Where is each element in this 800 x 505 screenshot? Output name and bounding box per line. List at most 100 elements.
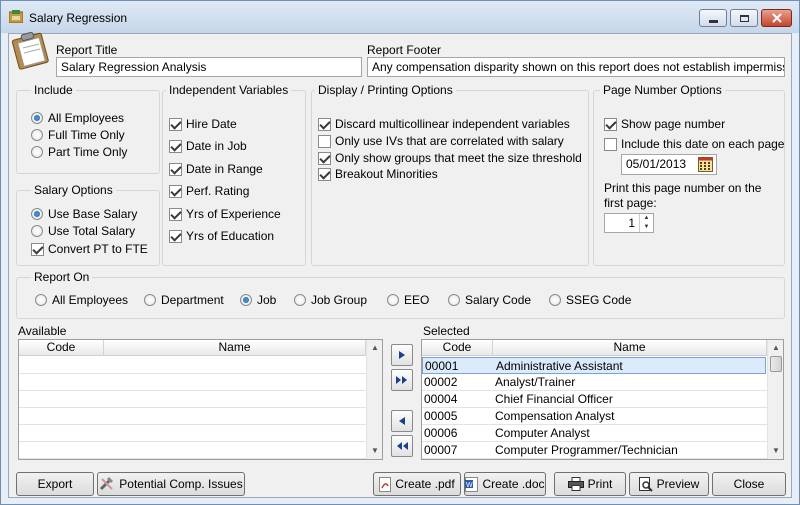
radio-indicator — [240, 294, 252, 306]
checkbox-indicator — [169, 207, 182, 221]
close-window-button[interactable] — [761, 9, 792, 27]
export-button[interactable]: Export — [16, 472, 94, 496]
report-on-department-radio[interactable]: Department — [144, 293, 224, 307]
report-on-eeo-radio[interactable]: EEO — [387, 293, 429, 307]
row-name: Chief Financial Officer — [495, 392, 613, 406]
report-on-job-group-radio[interactable]: Job Group — [294, 293, 367, 307]
scroll-up-icon[interactable]: ▲ — [367, 340, 382, 356]
move-left-button[interactable] — [391, 410, 413, 432]
scroll-down-icon[interactable]: ▼ — [768, 443, 783, 459]
report-title-input[interactable]: Salary Regression Analysis — [56, 57, 362, 77]
arrow-left-icon — [399, 417, 405, 425]
row-code: 00002 — [424, 375, 458, 389]
include-part-time-radio[interactable]: Part Time Only — [31, 145, 127, 159]
selected-scrollbar[interactable]: ▲ ▼ — [767, 340, 783, 459]
available-grid[interactable]: Code Name ▲ ▼ — [18, 339, 383, 460]
table-row[interactable]: 00005 Compensation Analyst — [422, 408, 767, 425]
report-on-label: Job Group — [311, 293, 368, 307]
available-scrollbar[interactable]: ▲ ▼ — [366, 340, 382, 459]
salary-options-group: Salary Options Use Base Salary Use Total… — [16, 183, 160, 266]
iv-date-in-job-checkbox[interactable]: Date in Job — [169, 139, 247, 153]
show-page-number-checkbox[interactable]: Show page number — [604, 117, 725, 131]
table-row[interactable]: 00002 Analyst/Trainer — [422, 374, 767, 391]
include-all-employees-radio[interactable]: All Employees — [31, 111, 124, 125]
table-row[interactable] — [19, 442, 366, 459]
potential-comp-issues-button[interactable]: Potential Comp. Issues — [97, 472, 245, 496]
table-row[interactable]: 00007 Computer Programmer/Technician — [422, 442, 767, 459]
move-right-button[interactable] — [391, 344, 413, 366]
table-row[interactable] — [19, 408, 366, 425]
move-all-right-button[interactable] — [391, 369, 413, 391]
table-row[interactable] — [19, 357, 366, 374]
clipboard-icon — [11, 31, 49, 70]
checkbox-indicator — [169, 184, 182, 198]
report-on-label: Salary Code — [465, 293, 532, 307]
row-code: 00005 — [424, 409, 458, 423]
report-on-all-employees-radio[interactable]: All Employees — [35, 293, 128, 307]
calendar-icon[interactable] — [698, 157, 713, 172]
report-footer-input[interactable]: Any compensation disparity shown on this… — [367, 57, 785, 77]
use-total-salary-radio[interactable]: Use Total Salary — [31, 224, 135, 238]
include-full-time-radio[interactable]: Full Time Only — [31, 128, 125, 142]
report-footer-label: Report Footer — [367, 43, 442, 57]
table-row[interactable]: 00001 Administrative Assistant — [422, 357, 766, 374]
selected-name-header[interactable]: Name — [493, 340, 767, 356]
double-arrow-left-icon — [397, 442, 408, 450]
checkbox-indicator — [318, 151, 331, 165]
use-base-salary-radio[interactable]: Use Base Salary — [31, 207, 137, 221]
available-code-header[interactable]: Code — [19, 340, 104, 356]
size-threshold-checkbox[interactable]: Only show groups that meet the size thre… — [318, 151, 582, 165]
minimize-button[interactable] — [699, 9, 727, 27]
row-code: 00001 — [425, 359, 459, 373]
table-row[interactable]: 00006 Computer Analyst — [422, 425, 767, 442]
create-doc-button[interactable]: W Create .doc — [464, 472, 546, 496]
selected-code-header[interactable]: Code — [422, 340, 493, 356]
radio-indicator — [387, 294, 399, 306]
scroll-down-icon[interactable]: ▼ — [367, 443, 382, 459]
table-row[interactable] — [19, 391, 366, 408]
close-button[interactable]: Close — [712, 472, 786, 496]
create-pdf-button[interactable]: Create .pdf — [373, 472, 461, 496]
table-row[interactable] — [19, 374, 366, 391]
table-row[interactable] — [19, 425, 366, 442]
spin-down-icon[interactable]: ▼ — [639, 223, 653, 232]
scroll-up-icon[interactable]: ▲ — [768, 340, 783, 356]
app-window: Salary Regression Report Title Salary Re… — [0, 0, 800, 505]
breakout-minorities-checkbox[interactable]: Breakout Minorities — [318, 167, 438, 181]
include-date-checkbox[interactable]: Include this date on each page — [604, 137, 784, 151]
iv-perf-rating-checkbox[interactable]: Perf. Rating — [169, 184, 249, 198]
first-page-label-2: first page: — [604, 196, 657, 210]
convert-pt-fte-checkbox[interactable]: Convert PT to FTE — [31, 242, 148, 256]
title-bar[interactable]: Salary Regression — [1, 1, 799, 33]
row-code: 00006 — [424, 426, 458, 440]
preview-button[interactable]: Preview — [629, 472, 709, 496]
page-number-title: Page Number Options — [600, 83, 725, 97]
iv-yrs-experience-checkbox[interactable]: Yrs of Experience — [169, 207, 281, 221]
iv-date-in-range-checkbox[interactable]: Date in Range — [169, 162, 263, 176]
table-row[interactable]: 00004 Chief Financial Officer — [422, 391, 767, 408]
svg-text:W: W — [466, 482, 473, 489]
checkbox-indicator — [31, 242, 44, 256]
iv-yrs-education-checkbox[interactable]: Yrs of Education — [169, 229, 274, 243]
display-option-label: Breakout Minorities — [335, 167, 438, 181]
report-on-salary-code-radio[interactable]: Salary Code — [448, 293, 531, 307]
only-correlated-ivs-checkbox[interactable]: Only use IVs that are correlated with sa… — [318, 134, 564, 148]
iv-hire-date-checkbox[interactable]: Hire Date — [169, 117, 237, 131]
checkbox-indicator — [604, 137, 617, 151]
radio-indicator — [144, 294, 156, 306]
maximize-button[interactable] — [730, 9, 758, 27]
selected-grid[interactable]: Code Name 00001 Administrative Assistant… — [421, 339, 784, 460]
iv-label: Yrs of Education — [186, 229, 275, 243]
create-pdf-label: Create .pdf — [395, 477, 455, 491]
report-on-label: All Employees — [52, 293, 129, 307]
spin-up-icon[interactable]: ▲ — [639, 214, 653, 223]
available-name-header[interactable]: Name — [104, 340, 366, 356]
report-on-sseg-code-radio[interactable]: SSEG Code — [549, 293, 631, 307]
first-page-spinner[interactable]: 1 ▲ ▼ — [604, 213, 654, 233]
scroll-thumb[interactable] — [770, 356, 782, 372]
move-all-left-button[interactable] — [391, 435, 413, 457]
report-on-job-radio[interactable]: Job — [240, 293, 276, 307]
print-button[interactable]: Print — [554, 472, 626, 496]
show-page-number-label: Show page number — [621, 117, 726, 131]
discard-multicollinear-checkbox[interactable]: Discard multicollinear independent varia… — [318, 117, 570, 131]
